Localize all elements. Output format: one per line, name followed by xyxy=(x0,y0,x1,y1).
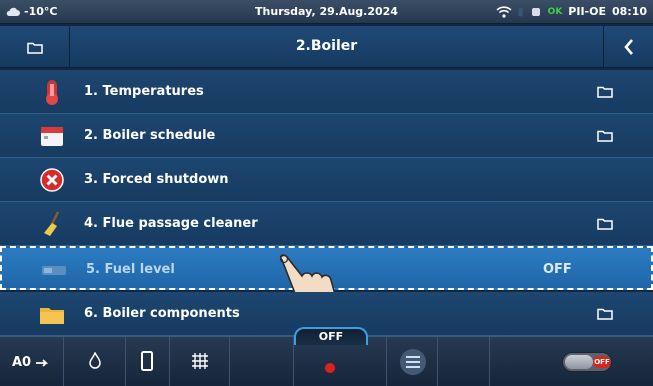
connection-icon xyxy=(531,7,540,16)
toggle-knob xyxy=(565,355,593,369)
auto-mode-icon: A0 xyxy=(12,355,49,370)
fuel-level-icon xyxy=(42,266,66,275)
connection-ok-badge: OK xyxy=(547,6,563,17)
toolbar-spacer xyxy=(438,337,490,386)
power-toggle[interactable]: OFF xyxy=(562,352,612,372)
grid-icon xyxy=(192,353,208,369)
menu-item-label: 2. Boiler schedule xyxy=(84,128,216,143)
menu-item-label: 6. Boiler components xyxy=(84,306,240,321)
clock: 08:10 xyxy=(611,5,647,18)
toggle-off-label: OFF xyxy=(593,356,611,368)
page-title: 2.Boiler xyxy=(295,38,358,54)
stop-icon xyxy=(40,168,64,192)
flame-icon xyxy=(89,352,101,369)
thermometer-icon xyxy=(46,80,58,105)
menu-item-label: 3. Forced shutdown xyxy=(84,172,229,187)
folder-icon xyxy=(597,218,613,230)
auto-mode-button[interactable]: A0 xyxy=(0,337,64,386)
boiler-button[interactable] xyxy=(126,337,170,386)
device-name: PII-OE xyxy=(568,5,606,18)
record-indicator-icon xyxy=(325,363,335,373)
signal-bars-icon: ▮ xyxy=(517,5,524,18)
chevron-left-icon xyxy=(623,39,633,55)
menu-item-fuel-level[interactable]: 5. Fuel level OFF xyxy=(0,246,653,332)
folder-components-icon xyxy=(40,308,64,324)
calendar-icon xyxy=(41,127,63,146)
toolbar-spacer xyxy=(230,337,294,386)
fuel-level-value: OFF xyxy=(543,262,572,277)
menu-item-label: 4. Flue passage cleaner xyxy=(84,216,258,231)
back-button[interactable] xyxy=(603,26,653,68)
boiler-icon xyxy=(141,351,153,371)
menu-item-flue-passage-cleaner[interactable]: 4. Flue passage cleaner xyxy=(0,202,653,246)
broom-icon xyxy=(44,211,60,236)
menu-button[interactable] xyxy=(386,337,438,386)
mode-off-tab[interactable]: OFF xyxy=(294,327,368,345)
folder-icon xyxy=(597,86,613,98)
menu-item-boiler-schedule[interactable]: 2. Boiler schedule xyxy=(0,114,653,158)
menu-item-forced-shutdown[interactable]: 3. Forced shutdown xyxy=(0,158,653,202)
folder-icon xyxy=(597,130,613,142)
header-bar: 2.Boiler xyxy=(0,26,653,68)
wifi-icon xyxy=(496,5,512,18)
grid-button[interactable] xyxy=(170,337,230,386)
svg-text:A0: A0 xyxy=(12,355,31,370)
folder-icon xyxy=(597,308,613,320)
menu-item-label: 5. Fuel level xyxy=(86,262,175,277)
menu-item-label: 1. Temperatures xyxy=(84,84,204,99)
status-bar: -10°C Thursday, 29.Aug.2024 ▮ OK PII-OE … xyxy=(0,0,653,24)
flame-button[interactable] xyxy=(64,337,126,386)
hamburger-icon xyxy=(400,349,426,375)
menu-item-temperatures[interactable]: 1. Temperatures xyxy=(0,70,653,114)
